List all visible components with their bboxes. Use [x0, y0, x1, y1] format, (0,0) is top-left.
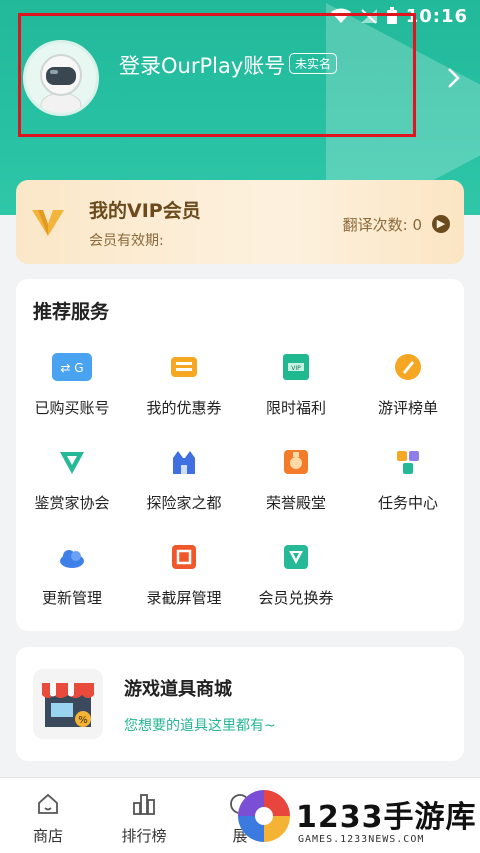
watermark-url: GAMES.1233NEWS.COM	[298, 834, 425, 845]
nav-label: 商店	[32, 827, 63, 845]
vip-voucher-icon	[284, 545, 308, 569]
service-task-center[interactable]: 任务中心	[352, 440, 464, 520]
home-store-icon	[38, 793, 58, 814]
explorer-castle-icon	[173, 451, 195, 474]
coupon-icon	[171, 357, 197, 377]
services-title: 推荐服务	[33, 301, 110, 323]
translation-count: 翻译次数: 0	[342, 216, 422, 234]
service-coupons[interactable]: 我的优惠券	[128, 345, 240, 425]
watermark-text: 1233手游库	[296, 800, 477, 835]
item-shop-card[interactable]: % 游戏道具商城 您想要的道具这里都有~	[16, 647, 464, 761]
ranking-icon	[133, 794, 155, 815]
service-label: 我的优惠券	[146, 399, 222, 417]
watermark: 1233手游库 GAMES.1233NEWS.COM	[234, 786, 480, 853]
cloud-update-icon	[60, 550, 84, 568]
service-connoisseur[interactable]: 鉴赏家协会	[16, 440, 128, 520]
honor-hall-icon	[284, 450, 308, 474]
verification-badge: 未实名	[289, 53, 338, 74]
service-explorer-city[interactable]: 探险家之都	[128, 440, 240, 520]
service-update-manager[interactable]: 更新管理	[16, 535, 128, 615]
watermark-logo-icon	[238, 790, 290, 842]
login-account-link[interactable]: 登录OurPlay账号	[119, 50, 285, 80]
service-label: 更新管理	[41, 589, 102, 607]
svg-text:VIP: VIP	[291, 365, 301, 372]
connoisseur-icon	[60, 452, 84, 474]
store-icon: %	[33, 669, 103, 739]
nav-item-store[interactable]: 商店	[0, 778, 96, 853]
service-limited-welfare[interactable]: VIP 限时福利	[240, 345, 352, 425]
service-label: 录截屏管理	[146, 589, 222, 607]
service-label: 游评榜单	[377, 399, 438, 417]
vip-arrow-icon[interactable]: ▶	[432, 215, 450, 233]
task-center-icon	[397, 451, 419, 474]
recommended-services-card: 推荐服务 ⇄ G 已购买账号 我的优惠券 VIP 限时福利 游评榜单 鉴赏家协会…	[16, 279, 464, 631]
vip-logo-icon	[32, 210, 64, 236]
service-label: 限时福利	[265, 399, 326, 417]
svg-text:%: %	[78, 715, 88, 726]
service-label: 会员兑换券	[258, 589, 334, 607]
service-screen-record[interactable]: 录截屏管理	[128, 535, 240, 615]
vip-title: 我的VIP会员	[89, 200, 201, 222]
limited-welfare-icon: VIP	[283, 354, 309, 380]
chevron-right-icon[interactable]	[444, 66, 464, 90]
service-label: 任务中心	[377, 494, 438, 512]
nav-item-ranking[interactable]: 排行榜	[96, 778, 192, 853]
service-purchased-account[interactable]: ⇄ G 已购买账号	[16, 345, 128, 425]
shop-subtitle: 您想要的道具这里都有~	[124, 718, 276, 734]
vip-card[interactable]: 我的VIP会员 会员有效期: 翻译次数: 0 ▶	[16, 180, 464, 264]
service-label: 探险家之都	[146, 494, 222, 512]
service-vip-voucher[interactable]: 会员兑换券	[240, 535, 352, 615]
nav-label: 排行榜	[121, 827, 167, 845]
review-ranking-icon	[395, 354, 421, 380]
screen-record-icon	[172, 545, 196, 569]
service-review-ranking[interactable]: 游评榜单	[352, 345, 464, 425]
svg-text:⇄ G: ⇄ G	[60, 361, 83, 375]
vip-validity: 会员有效期:	[89, 233, 164, 249]
service-honor-hall[interactable]: 荣誉殿堂	[240, 440, 352, 520]
purchased-account-icon: ⇄ G	[52, 353, 92, 381]
shop-title: 游戏道具商城	[124, 679, 232, 700]
service-label: 鉴赏家协会	[34, 494, 110, 512]
service-label: 荣誉殿堂	[265, 494, 326, 512]
service-label: 已购买账号	[34, 399, 110, 417]
